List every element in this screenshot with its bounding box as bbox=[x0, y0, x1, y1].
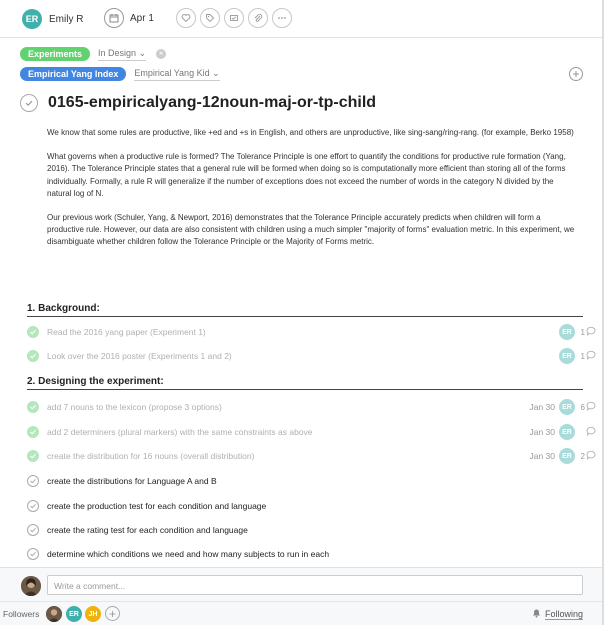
add-project-icon[interactable]: + bbox=[569, 67, 583, 81]
comment-count: 2 bbox=[580, 451, 585, 461]
comment-count: 6 bbox=[580, 402, 585, 412]
task-title-row: 0165-empiricalyang-12noun-maj-or-tp-chil… bbox=[20, 94, 376, 112]
following-label: Following bbox=[545, 608, 584, 620]
subtask-row[interactable]: Read the 2016 yang paper (Experiment 1) … bbox=[27, 322, 597, 342]
follower-avatar[interactable]: ER bbox=[66, 606, 82, 622]
due-date-selector[interactable]: Apr 1 bbox=[104, 8, 154, 28]
subtask-due-date[interactable]: Jan 30 bbox=[529, 402, 555, 412]
subtask-row[interactable]: create the distribution for 16 nouns (ov… bbox=[27, 446, 597, 466]
subtask-row[interactable]: Look over the 2016 poster (Experiments 1… bbox=[27, 346, 597, 366]
comment-composer: Write a comment... bbox=[0, 567, 604, 601]
task-description[interactable]: We know that some rules are productive, … bbox=[47, 127, 579, 261]
subtask-name: add 2 determiners (plural markers) with … bbox=[47, 427, 313, 437]
subtask-name: create the production test for each cond… bbox=[47, 501, 267, 511]
subtask-name: create the distribution for 16 nouns (ov… bbox=[47, 451, 255, 461]
project-pill-experiments[interactable]: Experiments bbox=[20, 47, 91, 61]
tag-icon[interactable] bbox=[200, 8, 220, 28]
subtask-assignee-avatar[interactable]: ER bbox=[559, 424, 575, 440]
assignee-avatar: ER bbox=[22, 9, 42, 29]
attachment-icon[interactable] bbox=[248, 8, 268, 28]
subtask-checkbox[interactable] bbox=[27, 326, 39, 338]
subtask-row[interactable]: create the distributions for Language A … bbox=[27, 471, 597, 491]
subtask-checkbox[interactable] bbox=[27, 350, 39, 362]
remove-project-icon[interactable]: × bbox=[156, 49, 167, 59]
description-paragraph-2: What governs when a productive rule is f… bbox=[47, 152, 566, 198]
bell-icon bbox=[532, 608, 541, 620]
description-paragraph-3: Our previous work (Schuler, Yang, & Newp… bbox=[47, 213, 575, 247]
subtask-assignee-avatar[interactable]: ER bbox=[559, 324, 575, 340]
comment-bubble-icon bbox=[586, 323, 597, 341]
section-header-designing[interactable]: 2. Designing the experiment: bbox=[27, 376, 583, 390]
subtask-name: determine which conditions we need and h… bbox=[47, 549, 330, 559]
chevron-down-icon: ⌄ bbox=[212, 67, 220, 78]
description-paragraph-1: We know that some rules are productive, … bbox=[47, 128, 574, 137]
section-header-background[interactable]: 1. Background: bbox=[27, 303, 583, 317]
follower-avatar[interactable]: JH bbox=[85, 606, 101, 622]
subtask-checkbox[interactable] bbox=[27, 475, 39, 487]
subtask-name: add 7 nouns to the lexicon (propose 3 op… bbox=[47, 402, 222, 412]
comment-count: 1 bbox=[580, 327, 585, 337]
subtask-row[interactable]: create the rating test for each conditio… bbox=[27, 520, 597, 540]
more-options-icon[interactable] bbox=[272, 8, 292, 28]
assignee-selector[interactable]: ER Emily R bbox=[22, 9, 83, 29]
calendar-icon bbox=[104, 8, 124, 28]
project-row-1: Experiments In Design ⌄ × bbox=[20, 47, 167, 61]
subtask-name: create the rating test for each conditio… bbox=[47, 525, 248, 535]
following-toggle[interactable]: Following bbox=[532, 608, 584, 620]
subtask-checkbox[interactable] bbox=[27, 426, 39, 438]
comment-input[interactable]: Write a comment... bbox=[47, 575, 583, 595]
task-header: ER Emily R Apr 1 bbox=[0, 0, 604, 38]
subtask-icon[interactable] bbox=[224, 8, 244, 28]
comment-bubble-icon bbox=[586, 398, 597, 416]
header-actions bbox=[176, 8, 292, 28]
due-date: Apr 1 bbox=[130, 12, 154, 24]
subtask-assignee-avatar[interactable]: ER bbox=[559, 348, 575, 364]
project-row-2: Empirical Yang Index Empirical Yang Kid … bbox=[20, 67, 220, 81]
subtask-row[interactable]: add 7 nouns to the lexicon (propose 3 op… bbox=[27, 397, 597, 417]
task-title[interactable]: 0165-empiricalyang-12noun-maj-or-tp-chil… bbox=[48, 94, 376, 112]
subtask-row[interactable]: add 2 determiners (plural markers) with … bbox=[27, 422, 597, 442]
subtask-checkbox[interactable] bbox=[27, 401, 39, 413]
followers-label: Followers bbox=[3, 609, 40, 619]
subtask-checkbox[interactable] bbox=[27, 524, 39, 536]
heart-icon[interactable] bbox=[176, 8, 196, 28]
section-selector-2[interactable]: Empirical Yang Kid ⌄ bbox=[134, 67, 220, 81]
subtask-assignee-avatar[interactable]: ER bbox=[559, 448, 575, 464]
assignee-name: Emily R bbox=[49, 13, 84, 25]
complete-task-checkbox[interactable] bbox=[20, 94, 38, 112]
subtask-row[interactable]: determine which conditions we need and h… bbox=[27, 544, 597, 564]
subtask-due-date[interactable]: Jan 30 bbox=[529, 451, 555, 461]
follower-avatar-photo[interactable] bbox=[46, 606, 62, 622]
add-follower-icon[interactable]: + bbox=[105, 606, 120, 621]
project-pill-empirical-yang-index[interactable]: Empirical Yang Index bbox=[20, 67, 127, 81]
subtask-name: create the distributions for Language A … bbox=[47, 476, 217, 486]
subtask-name: Look over the 2016 poster (Experiments 1… bbox=[47, 351, 232, 361]
section-selector-1[interactable]: In Design ⌄ bbox=[98, 47, 147, 61]
subtask-due-date[interactable]: Jan 30 bbox=[529, 427, 555, 437]
comment-bubble-icon bbox=[586, 347, 597, 365]
section-label: Empirical Yang Kid bbox=[134, 67, 210, 78]
comment-bubble-icon bbox=[586, 447, 597, 465]
followers-bar: Followers ER JH + Following bbox=[0, 601, 604, 625]
subtask-name: Read the 2016 yang paper (Experiment 1) bbox=[47, 327, 206, 337]
comment-bubble-icon bbox=[586, 423, 597, 441]
subtask-assignee-avatar[interactable]: ER bbox=[559, 399, 575, 415]
subtask-checkbox[interactable] bbox=[27, 548, 39, 560]
subtask-row[interactable]: create the production test for each cond… bbox=[27, 496, 597, 516]
subtask-checkbox[interactable] bbox=[27, 450, 39, 462]
subtask-checkbox[interactable] bbox=[27, 500, 39, 512]
chevron-down-icon: ⌄ bbox=[138, 47, 147, 58]
comment-count: 1 bbox=[580, 351, 585, 361]
section-label: In Design bbox=[98, 47, 137, 58]
current-user-avatar bbox=[21, 576, 41, 596]
